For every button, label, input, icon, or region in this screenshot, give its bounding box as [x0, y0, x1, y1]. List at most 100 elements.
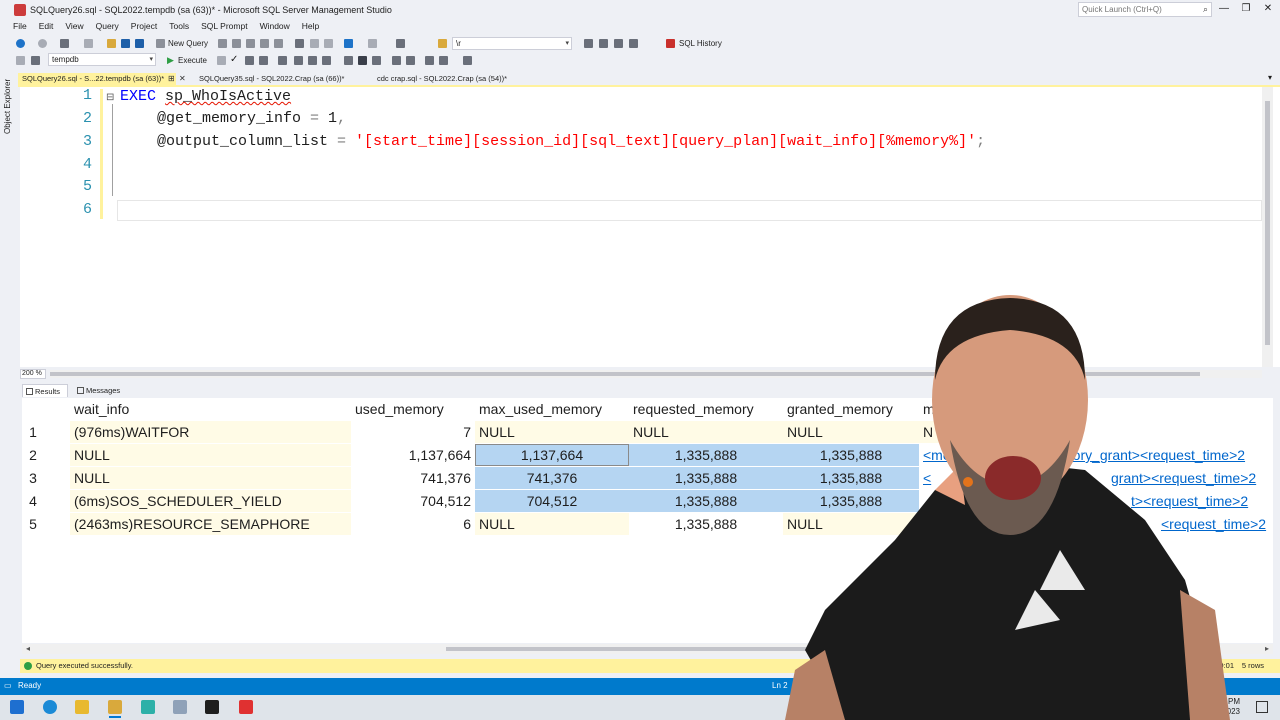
display-estimated-plan-icon[interactable]	[245, 56, 254, 65]
execute-button[interactable]: Execute	[178, 56, 207, 65]
cell-requested-memory[interactable]: 1,335,888	[629, 490, 783, 512]
intellisense-icon[interactable]	[278, 56, 287, 65]
properties-icon[interactable]	[584, 39, 593, 48]
find-in-files-icon[interactable]	[438, 39, 447, 48]
cell-used-memory[interactable]: 6	[351, 513, 475, 535]
forward-icon[interactable]	[38, 39, 47, 48]
sql-history-icon[interactable]	[666, 39, 675, 48]
close-button[interactable]: ✕	[1260, 3, 1276, 14]
cut-icon[interactable]	[295, 39, 304, 48]
chevron-down-icon[interactable]: ▾	[565, 38, 569, 49]
live-stats-icon[interactable]	[308, 56, 317, 65]
parse-check-icon[interactable]: ✓	[230, 54, 238, 65]
menu-query[interactable]: Query	[90, 20, 125, 34]
scroll-left-icon[interactable]: ◂	[26, 644, 30, 653]
tab-cdc-crap[interactable]: cdc crap.sql - SQL2022.Crap (sa (54))*	[373, 73, 533, 85]
menu-view[interactable]: View	[59, 20, 89, 34]
xmla-query-icon[interactable]	[246, 39, 255, 48]
cell-requested-memory[interactable]: 1,335,888	[629, 467, 783, 489]
new-query-icon[interactable]	[156, 39, 165, 48]
collapse-icon[interactable]: ⊟	[106, 92, 114, 103]
object-explorer-tab[interactable]: Object Explorer	[3, 74, 12, 134]
menu-edit[interactable]: Edit	[33, 20, 60, 34]
tab-results[interactable]: Results	[22, 384, 68, 397]
analysis-query-icon[interactable]	[274, 39, 283, 48]
column-header-wait-info[interactable]: wait_info	[70, 398, 352, 420]
recording-app-icon[interactable]	[239, 700, 253, 714]
client-stats-icon[interactable]	[322, 56, 331, 65]
menu-sql-prompt[interactable]: SQL Prompt	[195, 20, 253, 34]
open-folder-icon[interactable]	[107, 39, 116, 48]
quick-launch-input[interactable]	[1079, 3, 1197, 16]
redo-icon[interactable]	[368, 39, 377, 48]
azure-data-studio-icon[interactable]	[141, 700, 155, 714]
chevron-down-icon[interactable]: ▾	[149, 54, 153, 65]
save-icon[interactable]	[121, 39, 130, 48]
tab-messages[interactable]: Messages	[74, 384, 132, 397]
specify-values-icon[interactable]	[463, 56, 472, 65]
undo-icon[interactable]	[344, 39, 353, 48]
code-line-3[interactable]: @output_column_list = '[start_time][sess…	[157, 133, 985, 150]
menu-help[interactable]: Help	[296, 20, 325, 34]
zoom-level[interactable]: 200 %	[20, 369, 46, 379]
cell-wait-info[interactable]: NULL	[70, 444, 351, 466]
column-header-used-memory[interactable]: used_memory	[351, 398, 475, 420]
comment-icon[interactable]	[392, 56, 401, 65]
minimize-button[interactable]: —	[1216, 3, 1232, 14]
tools-icon[interactable]	[599, 39, 608, 48]
windows-start-icon[interactable]	[10, 700, 24, 714]
change-connection-icon[interactable]	[31, 56, 40, 65]
query-designer-icon[interactable]	[259, 56, 268, 65]
row-number[interactable]: 3	[22, 467, 44, 489]
edge-icon[interactable]	[43, 700, 57, 714]
connect-icon[interactable]	[16, 56, 25, 65]
debug-icon[interactable]	[217, 56, 226, 65]
dax-query-icon[interactable]	[260, 39, 269, 48]
cell-requested-memory[interactable]: NULL	[629, 421, 783, 443]
cell-used-memory[interactable]: 741,376	[351, 467, 475, 489]
ssms-taskbar-icon[interactable]	[108, 700, 122, 718]
menu-window[interactable]: Window	[254, 20, 296, 34]
back-icon[interactable]	[16, 39, 25, 48]
sql-history-button[interactable]: SQL History	[679, 39, 722, 48]
activity-monitor-icon[interactable]	[396, 39, 405, 48]
cell-wait-info[interactable]: (976ms)WAITFOR	[70, 421, 351, 443]
copy-icon[interactable]	[310, 39, 319, 48]
new-query-button[interactable]: New Query	[168, 39, 208, 48]
close-tab-icon[interactable]: ✕	[179, 74, 186, 83]
cell-used-memory[interactable]: 7	[351, 421, 475, 443]
menu-tools[interactable]: Tools	[163, 20, 195, 34]
cell-max-used-memory[interactable]: NULL	[475, 421, 629, 443]
row-number[interactable]: 4	[22, 490, 44, 512]
cell-wait-info[interactable]: (2463ms)RESOURCE_SEMAPHORE	[70, 513, 351, 535]
cell-max-used-memory[interactable]: 1,137,664	[475, 444, 629, 466]
pin-icon[interactable]: ⊞	[168, 74, 175, 83]
execute-icon[interactable]: ▶	[167, 55, 174, 66]
decrease-indent-icon[interactable]	[425, 56, 434, 65]
row-number[interactable]: 2	[22, 444, 44, 466]
paste-icon[interactable]	[324, 39, 333, 48]
cell-used-memory[interactable]: 1,137,664	[351, 444, 475, 466]
quick-launch[interactable]: ⌕	[1078, 2, 1212, 17]
database-selector[interactable]: tempdb ▾	[48, 53, 156, 66]
tab-overflow-icon[interactable]: ▾	[1268, 73, 1272, 82]
menu-project[interactable]: Project	[125, 20, 163, 34]
file-explorer-icon[interactable]	[75, 700, 89, 714]
cell-used-memory[interactable]: 704,512	[351, 490, 475, 512]
maximize-button[interactable]: ❐	[1238, 3, 1254, 14]
results-to-text-icon[interactable]	[344, 56, 353, 65]
new-project-icon[interactable]	[60, 39, 69, 48]
tab-sqlquery35[interactable]: SQLQuery35.sql - SQL2022.Crap (sa (66))*	[195, 73, 365, 85]
cell-requested-memory[interactable]: 1,335,888	[629, 444, 783, 466]
tab-sqlquery26[interactable]: SQLQuery26.sql - S...22.tempdb (sa (63))…	[18, 73, 176, 85]
code-line-2[interactable]: @get_memory_info = 1,	[157, 110, 346, 127]
actual-plan-icon[interactable]	[294, 56, 303, 65]
row-number[interactable]: 5	[22, 513, 44, 535]
cell-max-used-memory[interactable]: 704,512	[475, 490, 629, 512]
window-layout-icon[interactable]	[629, 39, 638, 48]
cell-requested-memory[interactable]: 1,335,888	[629, 513, 783, 535]
column-header-requested-memory[interactable]: requested_memory	[629, 398, 783, 420]
cell-max-used-memory[interactable]: 741,376	[475, 467, 629, 489]
dmx-query-icon[interactable]	[232, 39, 241, 48]
remote-desktop-icon[interactable]	[173, 700, 187, 714]
